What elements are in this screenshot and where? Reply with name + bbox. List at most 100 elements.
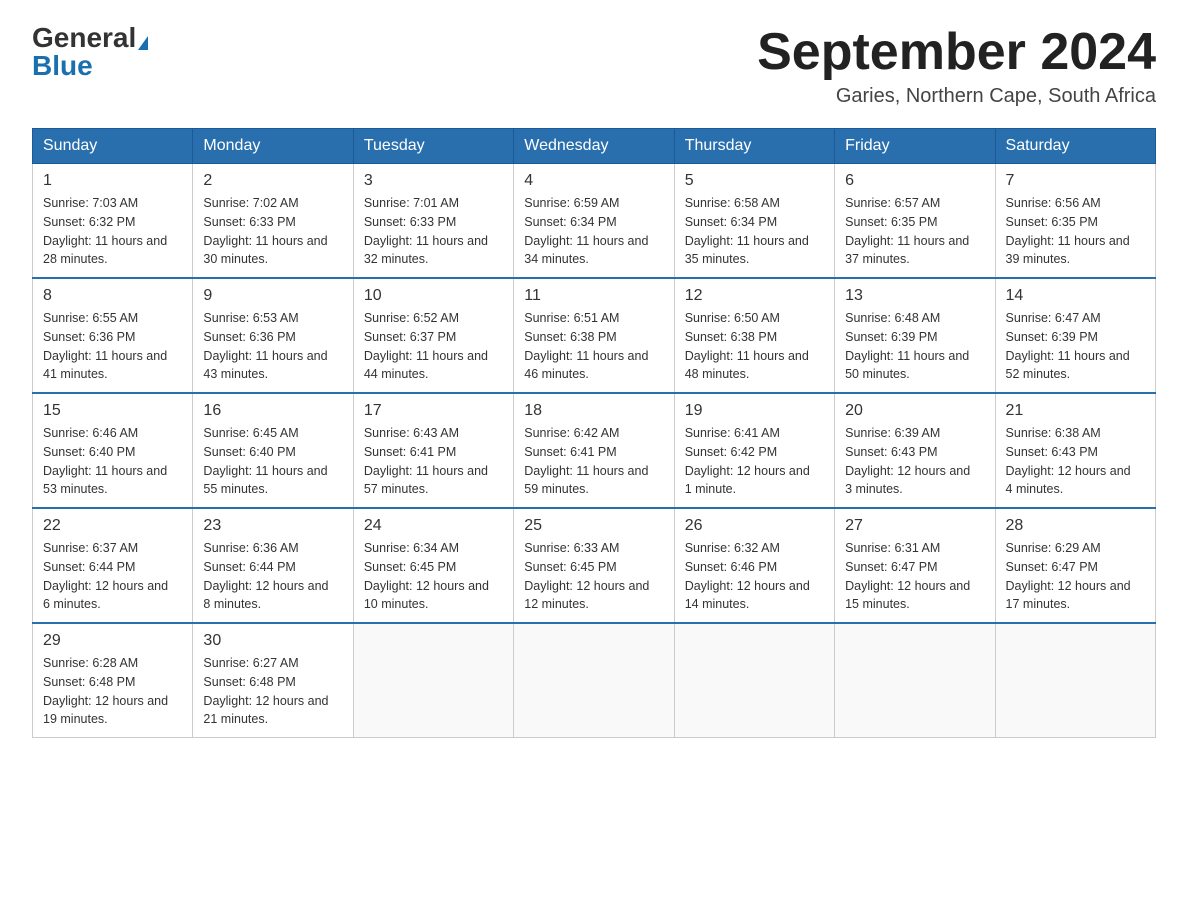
day-number: 8: [43, 287, 182, 305]
weekday-header-saturday: Saturday: [995, 129, 1155, 164]
day-info: Sunrise: 6:41 AMSunset: 6:42 PMDaylight:…: [685, 424, 824, 499]
day-info: Sunrise: 6:57 AMSunset: 6:35 PMDaylight:…: [845, 194, 984, 269]
calendar-table: SundayMondayTuesdayWednesdayThursdayFrid…: [32, 128, 1156, 738]
calendar-day-cell: 25 Sunrise: 6:33 AMSunset: 6:45 PMDaylig…: [514, 508, 674, 623]
day-number: 30: [203, 632, 342, 650]
day-info: Sunrise: 6:52 AMSunset: 6:37 PMDaylight:…: [364, 309, 503, 384]
calendar-day-cell: 27 Sunrise: 6:31 AMSunset: 6:47 PMDaylig…: [835, 508, 995, 623]
day-info: Sunrise: 6:39 AMSunset: 6:43 PMDaylight:…: [845, 424, 984, 499]
calendar-day-cell: 3 Sunrise: 7:01 AMSunset: 6:33 PMDayligh…: [353, 164, 513, 279]
calendar-day-cell: [995, 623, 1155, 738]
day-number: 17: [364, 402, 503, 420]
day-number: 20: [845, 402, 984, 420]
calendar-day-cell: 30 Sunrise: 6:27 AMSunset: 6:48 PMDaylig…: [193, 623, 353, 738]
calendar-day-cell: 2 Sunrise: 7:02 AMSunset: 6:33 PMDayligh…: [193, 164, 353, 279]
day-info: Sunrise: 6:53 AMSunset: 6:36 PMDaylight:…: [203, 309, 342, 384]
day-info: Sunrise: 6:51 AMSunset: 6:38 PMDaylight:…: [524, 309, 663, 384]
day-info: Sunrise: 6:34 AMSunset: 6:45 PMDaylight:…: [364, 539, 503, 614]
title-section: September 2024 Garies, Northern Cape, So…: [757, 24, 1156, 108]
day-info: Sunrise: 7:03 AMSunset: 6:32 PMDaylight:…: [43, 194, 182, 269]
calendar-day-cell: 16 Sunrise: 6:45 AMSunset: 6:40 PMDaylig…: [193, 393, 353, 508]
calendar-day-cell: 26 Sunrise: 6:32 AMSunset: 6:46 PMDaylig…: [674, 508, 834, 623]
day-info: Sunrise: 6:27 AMSunset: 6:48 PMDaylight:…: [203, 654, 342, 729]
day-number: 9: [203, 287, 342, 305]
day-number: 7: [1006, 172, 1145, 190]
day-number: 18: [524, 402, 663, 420]
calendar-day-cell: [674, 623, 834, 738]
day-number: 28: [1006, 517, 1145, 535]
logo-bottom: Blue: [32, 52, 93, 80]
calendar-day-cell: 8 Sunrise: 6:55 AMSunset: 6:36 PMDayligh…: [33, 278, 193, 393]
calendar-day-cell: [353, 623, 513, 738]
day-number: 3: [364, 172, 503, 190]
calendar-day-cell: 4 Sunrise: 6:59 AMSunset: 6:34 PMDayligh…: [514, 164, 674, 279]
calendar-week-row: 1 Sunrise: 7:03 AMSunset: 6:32 PMDayligh…: [33, 164, 1156, 279]
calendar-day-cell: 29 Sunrise: 6:28 AMSunset: 6:48 PMDaylig…: [33, 623, 193, 738]
logo: General Blue: [32, 24, 148, 80]
day-info: Sunrise: 6:50 AMSunset: 6:38 PMDaylight:…: [685, 309, 824, 384]
day-number: 2: [203, 172, 342, 190]
day-info: Sunrise: 6:29 AMSunset: 6:47 PMDaylight:…: [1006, 539, 1145, 614]
day-info: Sunrise: 6:58 AMSunset: 6:34 PMDaylight:…: [685, 194, 824, 269]
day-number: 4: [524, 172, 663, 190]
logo-triangle-icon: [138, 36, 148, 50]
day-info: Sunrise: 6:55 AMSunset: 6:36 PMDaylight:…: [43, 309, 182, 384]
day-info: Sunrise: 6:48 AMSunset: 6:39 PMDaylight:…: [845, 309, 984, 384]
day-info: Sunrise: 6:32 AMSunset: 6:46 PMDaylight:…: [685, 539, 824, 614]
calendar-day-cell: 20 Sunrise: 6:39 AMSunset: 6:43 PMDaylig…: [835, 393, 995, 508]
day-info: Sunrise: 7:01 AMSunset: 6:33 PMDaylight:…: [364, 194, 503, 269]
weekday-header-tuesday: Tuesday: [353, 129, 513, 164]
day-number: 11: [524, 287, 663, 305]
calendar-day-cell: 6 Sunrise: 6:57 AMSunset: 6:35 PMDayligh…: [835, 164, 995, 279]
calendar-day-cell: 22 Sunrise: 6:37 AMSunset: 6:44 PMDaylig…: [33, 508, 193, 623]
day-info: Sunrise: 6:59 AMSunset: 6:34 PMDaylight:…: [524, 194, 663, 269]
day-number: 10: [364, 287, 503, 305]
calendar-day-cell: 28 Sunrise: 6:29 AMSunset: 6:47 PMDaylig…: [995, 508, 1155, 623]
day-info: Sunrise: 6:31 AMSunset: 6:47 PMDaylight:…: [845, 539, 984, 614]
calendar-day-cell: 13 Sunrise: 6:48 AMSunset: 6:39 PMDaylig…: [835, 278, 995, 393]
calendar-day-cell: [514, 623, 674, 738]
day-number: 25: [524, 517, 663, 535]
calendar-day-cell: 14 Sunrise: 6:47 AMSunset: 6:39 PMDaylig…: [995, 278, 1155, 393]
calendar-week-row: 15 Sunrise: 6:46 AMSunset: 6:40 PMDaylig…: [33, 393, 1156, 508]
day-info: Sunrise: 6:45 AMSunset: 6:40 PMDaylight:…: [203, 424, 342, 499]
calendar-day-cell: 1 Sunrise: 7:03 AMSunset: 6:32 PMDayligh…: [33, 164, 193, 279]
logo-general-text: General: [32, 22, 136, 53]
day-number: 13: [845, 287, 984, 305]
calendar-day-cell: 12 Sunrise: 6:50 AMSunset: 6:38 PMDaylig…: [674, 278, 834, 393]
calendar-day-cell: 7 Sunrise: 6:56 AMSunset: 6:35 PMDayligh…: [995, 164, 1155, 279]
calendar-day-cell: 19 Sunrise: 6:41 AMSunset: 6:42 PMDaylig…: [674, 393, 834, 508]
day-info: Sunrise: 6:33 AMSunset: 6:45 PMDaylight:…: [524, 539, 663, 614]
day-info: Sunrise: 6:47 AMSunset: 6:39 PMDaylight:…: [1006, 309, 1145, 384]
day-number: 5: [685, 172, 824, 190]
day-number: 6: [845, 172, 984, 190]
day-number: 23: [203, 517, 342, 535]
location-subtitle: Garies, Northern Cape, South Africa: [757, 85, 1156, 108]
day-info: Sunrise: 6:56 AMSunset: 6:35 PMDaylight:…: [1006, 194, 1145, 269]
calendar-day-cell: 17 Sunrise: 6:43 AMSunset: 6:41 PMDaylig…: [353, 393, 513, 508]
day-info: Sunrise: 6:28 AMSunset: 6:48 PMDaylight:…: [43, 654, 182, 729]
calendar-week-row: 22 Sunrise: 6:37 AMSunset: 6:44 PMDaylig…: [33, 508, 1156, 623]
weekday-header-sunday: Sunday: [33, 129, 193, 164]
day-number: 21: [1006, 402, 1145, 420]
day-info: Sunrise: 7:02 AMSunset: 6:33 PMDaylight:…: [203, 194, 342, 269]
weekday-header-row: SundayMondayTuesdayWednesdayThursdayFrid…: [33, 129, 1156, 164]
weekday-header-thursday: Thursday: [674, 129, 834, 164]
day-number: 29: [43, 632, 182, 650]
day-info: Sunrise: 6:36 AMSunset: 6:44 PMDaylight:…: [203, 539, 342, 614]
calendar-week-row: 29 Sunrise: 6:28 AMSunset: 6:48 PMDaylig…: [33, 623, 1156, 738]
day-number: 16: [203, 402, 342, 420]
calendar-day-cell: 5 Sunrise: 6:58 AMSunset: 6:34 PMDayligh…: [674, 164, 834, 279]
day-number: 24: [364, 517, 503, 535]
calendar-day-cell: 9 Sunrise: 6:53 AMSunset: 6:36 PMDayligh…: [193, 278, 353, 393]
day-number: 15: [43, 402, 182, 420]
logo-blue-text: Blue: [32, 50, 93, 81]
month-title: September 2024: [757, 24, 1156, 81]
day-number: 19: [685, 402, 824, 420]
day-number: 12: [685, 287, 824, 305]
weekday-header-wednesday: Wednesday: [514, 129, 674, 164]
day-info: Sunrise: 6:38 AMSunset: 6:43 PMDaylight:…: [1006, 424, 1145, 499]
calendar-day-cell: 10 Sunrise: 6:52 AMSunset: 6:37 PMDaylig…: [353, 278, 513, 393]
calendar-day-cell: 23 Sunrise: 6:36 AMSunset: 6:44 PMDaylig…: [193, 508, 353, 623]
calendar-day-cell: 18 Sunrise: 6:42 AMSunset: 6:41 PMDaylig…: [514, 393, 674, 508]
